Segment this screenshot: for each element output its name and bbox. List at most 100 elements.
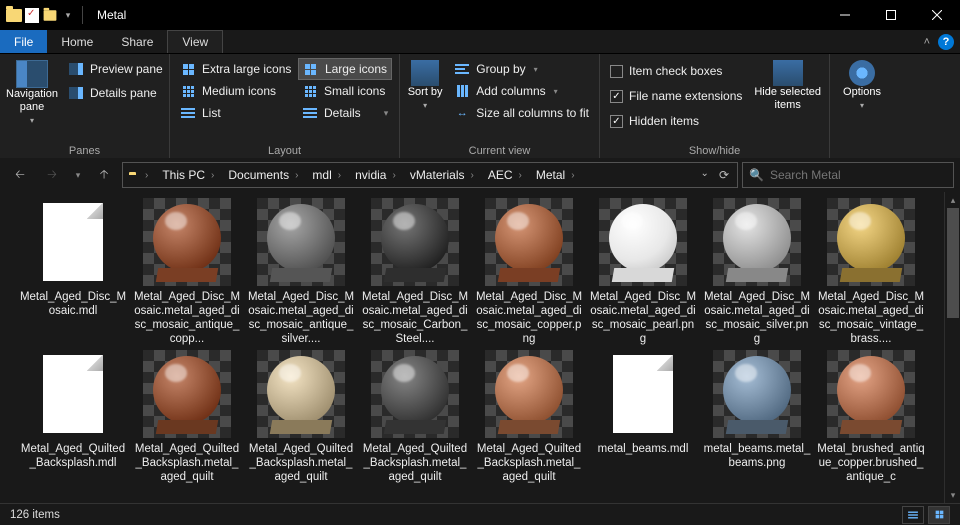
add-columns-button[interactable]: Add columns ▾ xyxy=(450,80,593,102)
help-icon[interactable]: ? xyxy=(938,34,954,50)
layout-small-icons[interactable]: Small icons xyxy=(298,80,392,102)
maximize-button[interactable] xyxy=(868,0,914,30)
scroll-up-icon[interactable]: ▴ xyxy=(945,192,960,208)
group-label-panes: Panes xyxy=(6,143,163,158)
file-grid-area[interactable]: Metal_Aged_Disc_Mosaic.mdl Metal_Aged_Di… xyxy=(0,192,944,503)
file-item[interactable]: Metal_Aged_Quilted_Backsplash.metal_aged… xyxy=(360,350,470,484)
group-label-empty xyxy=(836,143,888,158)
menu-view[interactable]: View xyxy=(167,30,223,53)
details-pane-button[interactable]: Details pane xyxy=(64,82,167,104)
file-item[interactable]: Metal_Aged_Disc_Mosaic.metal_aged_disc_m… xyxy=(816,198,926,346)
layout-more-icon[interactable]: ▾ xyxy=(380,102,392,124)
chevron-down-icon: ▾ xyxy=(554,87,558,96)
breadcrumb-segment[interactable]: Metal› xyxy=(532,168,585,182)
material-thumbnail xyxy=(143,198,231,286)
file-item[interactable]: metal_beams.mdl xyxy=(588,350,698,484)
breadcrumb-segment[interactable]: mdl› xyxy=(308,168,351,182)
file-item[interactable]: Metal_brushed_antique_copper.brushed_ant… xyxy=(816,350,926,484)
material-thumbnail xyxy=(371,350,459,438)
material-thumbnail xyxy=(485,350,573,438)
layout-list[interactable]: List xyxy=(176,102,296,124)
hide-selected-button[interactable]: Hide selected items xyxy=(752,58,823,112)
file-item[interactable]: Metal_Aged_Disc_Mosaic.metal_aged_disc_m… xyxy=(132,198,242,346)
file-item[interactable]: Metal_Aged_Disc_Mosaic.metal_aged_disc_m… xyxy=(588,198,698,346)
gear-icon xyxy=(849,60,875,86)
file-item[interactable]: Metal_Aged_Disc_Mosaic.metal_aged_disc_m… xyxy=(246,198,356,346)
refresh-icon[interactable]: ⟳ xyxy=(719,168,729,182)
sort-by-button[interactable]: Sort by ▾ xyxy=(406,58,444,110)
breadcrumb-segment[interactable]: nvidia› xyxy=(351,168,406,182)
options-button[interactable]: Options ▾ xyxy=(837,58,887,110)
preview-pane-button[interactable]: Preview pane xyxy=(64,58,167,80)
layout-details[interactable]: Details xyxy=(298,102,378,124)
file-name-label: Metal_Aged_Quilted_Backsplash.metal_aged… xyxy=(475,442,583,484)
address-bar[interactable]: › This PC›Documents›mdl›nvidia›vMaterial… xyxy=(122,162,738,188)
hide-selected-icon xyxy=(773,60,803,86)
nav-back-button[interactable]: 🡠 xyxy=(6,162,34,188)
file-item[interactable]: metal_beams.metal_beams.png xyxy=(702,350,812,484)
group-by-icon xyxy=(454,61,470,77)
breadcrumb-segment[interactable]: This PC› xyxy=(158,168,224,182)
qat-dropdown-icon[interactable]: ▾ xyxy=(60,7,76,23)
file-name-label: Metal_Aged_Quilted_Backsplash.metal_aged… xyxy=(247,442,355,484)
hide-selected-label: Hide selected items xyxy=(752,86,823,112)
search-box[interactable]: 🔍 xyxy=(742,162,954,188)
vertical-scrollbar[interactable]: ▴ ▾ xyxy=(944,192,960,503)
breadcrumb-sep[interactable]: › xyxy=(135,170,158,181)
material-thumbnail xyxy=(713,198,801,286)
scroll-down-icon[interactable]: ▾ xyxy=(945,487,960,503)
window-title: Metal xyxy=(97,8,126,22)
layout-det-label: Details xyxy=(324,106,361,120)
breadcrumb-segment[interactable]: vMaterials› xyxy=(406,168,484,182)
chevron-down-icon: ▾ xyxy=(30,116,34,125)
menu-share[interactable]: Share xyxy=(107,30,167,53)
explorer-window: ▾ Metal File Home Share View ˄ ? Navigat… xyxy=(0,0,960,525)
close-button[interactable] xyxy=(914,0,960,30)
hidden-items-toggle[interactable]: Hidden items xyxy=(606,110,746,132)
file-thumbnail xyxy=(29,350,117,438)
address-dropdown-icon[interactable]: ⌄ xyxy=(701,168,709,182)
breadcrumb-segment[interactable]: AEC› xyxy=(484,168,532,182)
file-item[interactable]: Metal_Aged_Quilted_Backsplash.mdl xyxy=(18,350,128,484)
file-extensions-toggle[interactable]: File name extensions xyxy=(606,85,746,107)
layout-large-icons[interactable]: Large icons xyxy=(298,58,392,80)
minimize-ribbon-icon[interactable]: ˄ xyxy=(924,36,930,48)
file-item[interactable]: Metal_Aged_Quilted_Backsplash.metal_aged… xyxy=(474,350,584,484)
material-thumbnail xyxy=(827,198,915,286)
search-input[interactable] xyxy=(770,168,947,182)
navigation-pane-button[interactable]: Navigation pane ▾ xyxy=(6,58,58,125)
file-name-label: Metal_brushed_antique_copper.brushed_ant… xyxy=(817,442,925,484)
menu-file[interactable]: File xyxy=(0,30,47,53)
file-name-label: Metal_Aged_Quilted_Backsplash.metal_aged… xyxy=(361,442,469,484)
file-item[interactable]: Metal_Aged_Quilted_Backsplash.metal_aged… xyxy=(132,350,242,484)
nav-forward-button[interactable]: 🡢 xyxy=(38,162,66,188)
file-item[interactable]: Metal_Aged_Disc_Mosaic.mdl xyxy=(18,198,128,346)
file-item[interactable]: Metal_Aged_Disc_Mosaic.metal_aged_disc_m… xyxy=(474,198,584,346)
size-columns-button[interactable]: ↔Size all columns to fit xyxy=(450,102,593,124)
layout-xl-icons[interactable]: Extra large icons xyxy=(176,58,296,80)
layout-medium-icons[interactable]: Medium icons xyxy=(176,80,296,102)
layout-sm-label: Small icons xyxy=(324,84,385,98)
file-item[interactable]: Metal_Aged_Quilted_Backsplash.metal_aged… xyxy=(246,350,356,484)
qat-properties-icon[interactable] xyxy=(24,7,40,23)
material-thumbnail xyxy=(143,350,231,438)
menu-home[interactable]: Home xyxy=(47,30,107,53)
file-name-label: Metal_Aged_Disc_Mosaic.metal_aged_disc_m… xyxy=(247,290,355,346)
add-columns-label: Add columns xyxy=(476,84,545,98)
status-large-view-button[interactable] xyxy=(928,506,950,524)
nav-recent-button[interactable]: ▾ xyxy=(70,162,86,188)
nav-up-button[interactable]: 🡡 xyxy=(90,162,118,188)
file-item[interactable]: Metal_Aged_Disc_Mosaic.metal_aged_disc_m… xyxy=(702,198,812,346)
file-item[interactable]: Metal_Aged_Disc_Mosaic.metal_aged_disc_m… xyxy=(360,198,470,346)
breadcrumb-segment[interactable]: Documents› xyxy=(224,168,308,182)
minimize-button[interactable] xyxy=(822,0,868,30)
group-by-button[interactable]: Group by▾ xyxy=(450,58,593,80)
layout-lg-label: Large icons xyxy=(325,62,387,76)
scroll-thumb[interactable] xyxy=(947,208,959,318)
qat-newfolder-icon[interactable] xyxy=(42,7,58,23)
material-thumbnail xyxy=(827,350,915,438)
checkbox-checked-icon xyxy=(610,115,623,128)
material-thumbnail xyxy=(257,198,345,286)
item-checkboxes-toggle[interactable]: Item check boxes xyxy=(606,60,746,82)
status-details-view-button[interactable] xyxy=(902,506,924,524)
